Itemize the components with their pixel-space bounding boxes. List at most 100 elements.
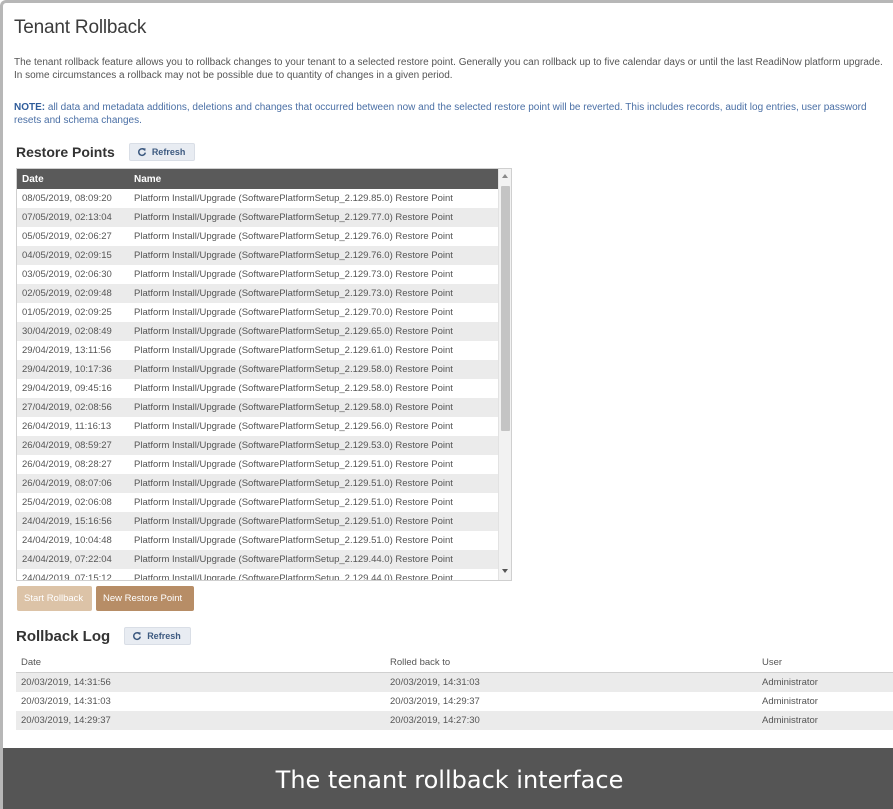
row-date: 03/05/2019, 02:06:30: [22, 269, 112, 280]
row-date: 25/04/2019, 02:06:08: [22, 497, 112, 508]
table-row[interactable]: 24/04/2019, 10:04:48 Platform Install/Upg…: [17, 531, 498, 550]
restore-points-scrollbar[interactable]: [498, 169, 511, 580]
page-title: Tenant Rollback: [14, 17, 147, 38]
table-row[interactable]: 24/04/2019, 07:22:04 Platform Install/Upg…: [17, 550, 498, 569]
table-row[interactable]: 07/05/2019, 02:13:04 Platform Install/Upg…: [17, 208, 498, 227]
row-name: Platform Install/Upgrade (SoftwarePlatfo…: [134, 231, 453, 242]
row-date: 04/05/2019, 02:09:15: [22, 250, 112, 261]
restore-points-header: Restore Points Refresh: [16, 143, 196, 161]
row-date: 27/04/2019, 02:08:56: [22, 402, 112, 413]
scroll-up-arrow-icon[interactable]: [502, 174, 508, 178]
start-rollback-button[interactable]: Start Rollback: [17, 586, 92, 611]
row-date: 24/04/2019, 10:04:48: [22, 535, 112, 546]
row-name: Platform Install/Upgrade (SoftwarePlatfo…: [134, 269, 453, 280]
table-row[interactable]: 05/05/2019, 02:06:27 Platform Install/Upg…: [17, 227, 498, 246]
rollback-log-table-header: Date Rolled back to User: [16, 653, 893, 673]
table-row[interactable]: 08/05/2019, 08:09:20 Platform Install/Upg…: [17, 189, 498, 208]
table-row[interactable]: 20/03/2019, 14:31:56 20/03/2019, 14:31:03…: [16, 673, 893, 692]
table-row[interactable]: 24/04/2019, 07:15:12 Platform Install/Upg…: [17, 569, 498, 581]
row-date: 20/03/2019, 14:31:56: [21, 677, 111, 688]
row-date: 29/04/2019, 09:45:16: [22, 383, 112, 394]
table-row[interactable]: 24/04/2019, 15:16:56 Platform Install/Upg…: [17, 512, 498, 531]
rollback-log-refresh-button[interactable]: Refresh: [124, 627, 191, 645]
row-name: Platform Install/Upgrade (SoftwarePlatfo…: [134, 421, 453, 432]
row-date: 24/04/2019, 07:22:04: [22, 554, 112, 565]
table-row[interactable]: 26/04/2019, 08:59:27 Platform Install/Upg…: [17, 436, 498, 455]
row-date: 24/04/2019, 15:16:56: [22, 516, 112, 527]
row-date: 05/05/2019, 02:06:27: [22, 231, 112, 242]
image-caption: The tenant rollback interface: [3, 748, 893, 809]
row-name: Platform Install/Upgrade (SoftwarePlatfo…: [134, 250, 453, 261]
row-name: Platform Install/Upgrade (SoftwarePlatfo…: [134, 459, 453, 470]
table-row[interactable]: 04/05/2019, 02:09:15 Platform Install/Upg…: [17, 246, 498, 265]
column-header-rolled-back-to[interactable]: Rolled back to: [390, 657, 450, 668]
rollback-log-rows: 20/03/2019, 14:31:56 20/03/2019, 14:31:03…: [16, 673, 893, 730]
table-row[interactable]: 20/03/2019, 14:31:03 20/03/2019, 14:29:37…: [16, 692, 893, 711]
table-row[interactable]: 03/05/2019, 02:06:30 Platform Install/Upg…: [17, 265, 498, 284]
table-row[interactable]: 01/05/2019, 02:09:25 Platform Install/Upg…: [17, 303, 498, 322]
row-date: 26/04/2019, 08:07:06: [22, 478, 112, 489]
table-row[interactable]: 27/04/2019, 02:08:56 Platform Install/Upg…: [17, 398, 498, 417]
row-rolled-back-to: 20/03/2019, 14:31:03: [390, 677, 480, 688]
row-date: 20/03/2019, 14:29:37: [21, 715, 111, 726]
row-name: Platform Install/Upgrade (SoftwarePlatfo…: [134, 326, 453, 337]
refresh-icon: [133, 632, 142, 641]
refresh-label: Refresh: [147, 631, 181, 641]
row-date: 29/04/2019, 10:17:36: [22, 364, 112, 375]
restore-points-rows: 08/05/2019, 08:09:20 Platform Install/Upg…: [17, 189, 498, 581]
row-date: 02/05/2019, 02:09:48: [22, 288, 112, 299]
row-name: Platform Install/Upgrade (SoftwarePlatfo…: [134, 288, 453, 299]
table-row[interactable]: 29/04/2019, 13:11:56 Platform Install/Upg…: [17, 341, 498, 360]
row-name: Platform Install/Upgrade (SoftwarePlatfo…: [134, 440, 453, 451]
refresh-label: Refresh: [151, 147, 186, 157]
restore-points-title: Restore Points: [16, 144, 115, 160]
row-name: Platform Install/Upgrade (SoftwarePlatfo…: [134, 364, 453, 375]
row-date: 26/04/2019, 08:28:27: [22, 459, 112, 470]
new-restore-point-button[interactable]: New Restore Point: [96, 586, 194, 611]
table-row[interactable]: 29/04/2019, 09:45:16 Platform Install/Upg…: [17, 379, 498, 398]
note-label: NOTE:: [14, 102, 46, 113]
row-name: Platform Install/Upgrade (SoftwarePlatfo…: [134, 516, 453, 527]
note-body: all data and metadata additions, deletio…: [14, 102, 867, 126]
column-header-name[interactable]: Name: [134, 174, 161, 185]
table-row[interactable]: 29/04/2019, 10:17:36 Platform Install/Upg…: [17, 360, 498, 379]
rollback-log-title: Rollback Log: [16, 627, 111, 645]
tenant-rollback-page: Tenant Rollback The tenant rollback feat…: [0, 0, 893, 809]
table-row[interactable]: 26/04/2019, 08:07:06 Platform Install/Upg…: [17, 474, 498, 493]
row-date: 08/05/2019, 08:09:20: [22, 193, 112, 204]
row-date: 29/04/2019, 13:11:56: [22, 345, 112, 356]
table-row[interactable]: 02/05/2019, 02:09:48 Platform Install/Upg…: [17, 284, 498, 303]
scroll-thumb[interactable]: [501, 186, 510, 431]
row-date: 30/04/2019, 02:08:49: [22, 326, 112, 337]
note-text: NOTE: all data and metadata additions, d…: [14, 101, 890, 127]
restore-points-table-header: Date Name: [17, 169, 498, 189]
table-row[interactable]: 20/03/2019, 14:29:37 20/03/2019, 14:27:30…: [16, 711, 893, 730]
row-date: 24/04/2019, 07:15:12: [22, 573, 112, 581]
restore-points-table: Date Name 08/05/2019, 08:09:20 Platform I…: [16, 168, 512, 581]
scroll-down-arrow-icon[interactable]: [502, 569, 508, 573]
table-row[interactable]: 25/04/2019, 02:06:08 Platform Install/Upg…: [17, 493, 498, 512]
row-name: Platform Install/Upgrade (SoftwarePlatfo…: [134, 554, 453, 565]
row-rolled-back-to: 20/03/2019, 14:29:37: [390, 696, 480, 707]
row-date: 26/04/2019, 08:59:27: [22, 440, 112, 451]
row-user: Administrator: [762, 696, 818, 707]
table-row[interactable]: 26/04/2019, 11:16:13 Platform Install/Upg…: [17, 417, 498, 436]
column-header-user[interactable]: User: [762, 657, 782, 668]
row-date: 26/04/2019, 11:16:13: [22, 421, 112, 432]
row-name: Platform Install/Upgrade (SoftwarePlatfo…: [134, 497, 453, 508]
restore-points-refresh-button[interactable]: Refresh: [128, 143, 196, 161]
row-name: Platform Install/Upgrade (SoftwarePlatfo…: [134, 402, 453, 413]
row-date: 20/03/2019, 14:31:03: [21, 696, 111, 707]
table-row[interactable]: 26/04/2019, 08:28:27 Platform Install/Upg…: [17, 455, 498, 474]
column-header-date[interactable]: Date: [21, 657, 41, 668]
row-name: Platform Install/Upgrade (SoftwarePlatfo…: [134, 478, 453, 489]
row-date: 07/05/2019, 02:13:04: [22, 212, 112, 223]
row-name: Platform Install/Upgrade (SoftwarePlatfo…: [134, 573, 453, 581]
column-header-date[interactable]: Date: [22, 174, 44, 185]
row-name: Platform Install/Upgrade (SoftwarePlatfo…: [134, 307, 453, 318]
rollback-log-header: Rollback Log Refresh: [16, 627, 191, 645]
row-name: Platform Install/Upgrade (SoftwarePlatfo…: [134, 212, 453, 223]
row-date: 01/05/2019, 02:09:25: [22, 307, 112, 318]
table-row[interactable]: 30/04/2019, 02:08:49 Platform Install/Upg…: [17, 322, 498, 341]
intro-text: The tenant rollback feature allows you t…: [14, 57, 883, 81]
